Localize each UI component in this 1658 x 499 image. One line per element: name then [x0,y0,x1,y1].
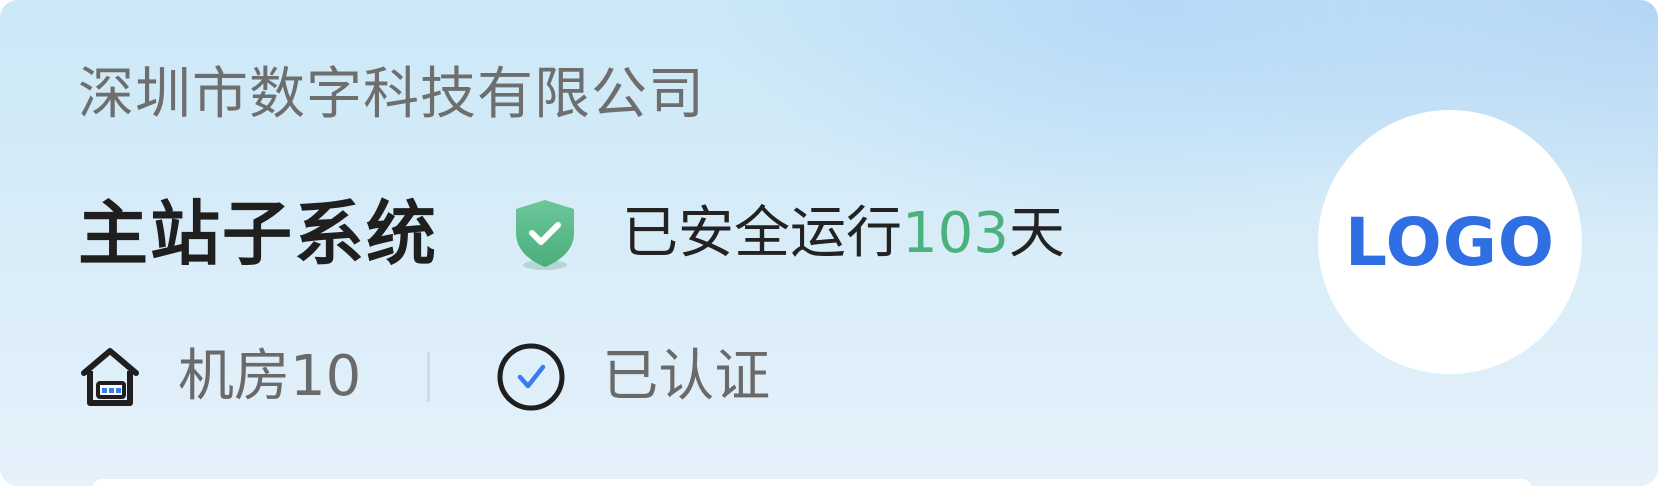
run-status: 已安全运行 103 天 [622,192,1065,276]
next-card-edge [92,479,1532,499]
run-status-prefix: 已安全运行 [622,201,902,266]
divider [427,352,431,402]
meta-row: 机房10 已认证 [78,340,770,414]
house-icon [78,345,142,409]
room-label: 机房10 [178,344,362,409]
run-status-suffix: 天 [1008,201,1065,266]
certified-label: 已认证 [602,344,771,409]
company-logo: LOGO [1318,110,1582,374]
check-circle-icon [496,342,566,412]
system-name: 主站子系统 [78,193,438,275]
logo-text: LOGO [1344,203,1556,281]
company-name: 深圳市数字科技有限公司 [78,62,705,127]
system-info-card: 深圳市数字科技有限公司 主站子系统 已安全运行 103 天 机房10 已认证 L… [0,0,1658,486]
run-days-count: 103 [902,201,1009,266]
shield-check-icon [512,197,578,271]
title-row: 主站子系统 已安全运行 103 天 [78,192,1065,276]
